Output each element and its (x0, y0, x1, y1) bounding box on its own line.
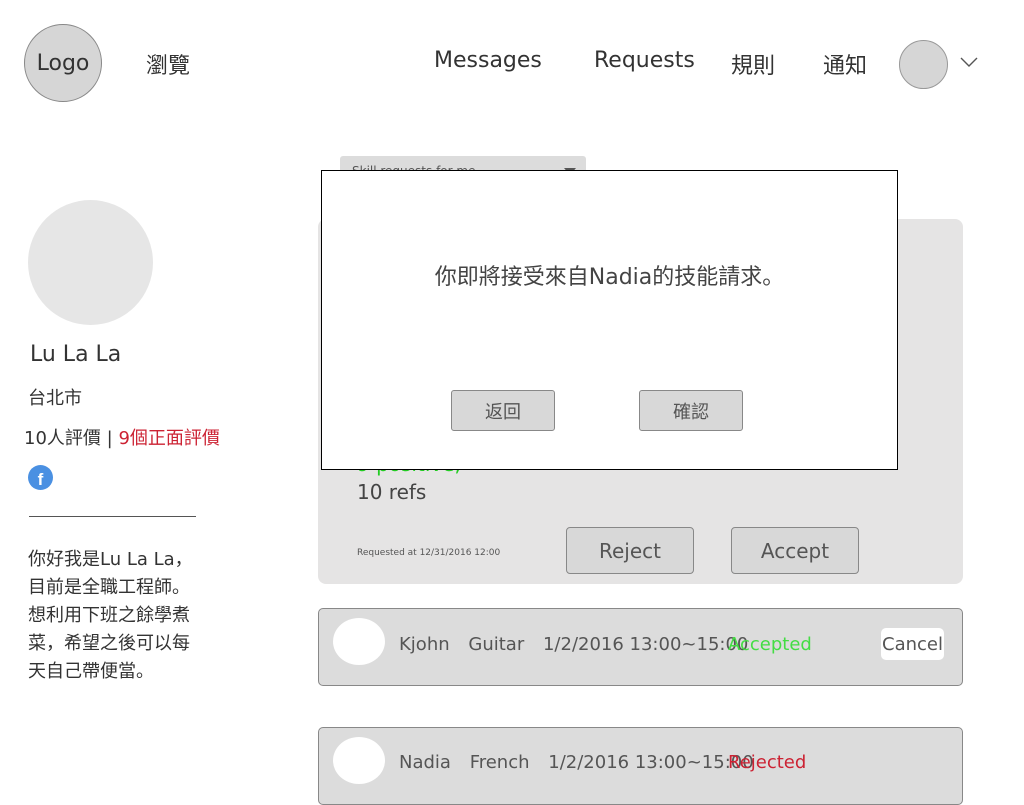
status-badge: Accepted (728, 634, 812, 655)
request-row: Nadia French 1/2/2016 13:00~15:00 Reject… (318, 727, 963, 805)
request-row: Kjohn Guitar 1/2/2016 13:00~15:00 Accept… (318, 608, 963, 686)
positive-reviews[interactable]: 9個正面評價 (118, 428, 219, 449)
cancel-button[interactable]: Cancel (881, 628, 944, 660)
reject-button[interactable]: Reject (566, 527, 694, 574)
row-user[interactable]: Kjohn (399, 634, 450, 655)
chevron-down-icon[interactable] (960, 56, 978, 68)
avatar (333, 618, 385, 665)
facebook-glyph: f (37, 470, 44, 489)
row-user[interactable]: Nadia (399, 752, 451, 773)
row-time: 1/2/2016 13:00~15:00 (548, 752, 754, 773)
confirm-dialog: 你即將接受來自Nadia的技能請求。 返回 確認 (321, 170, 898, 470)
profile-name: Lu La La (30, 342, 122, 367)
profile-photo (28, 200, 153, 325)
row-skill: French (469, 752, 530, 773)
nav-browse[interactable]: 瀏覽 (146, 48, 190, 80)
profile-city: 台北市 (28, 388, 82, 409)
row-time: 1/2/2016 13:00~15:00 (542, 634, 749, 655)
requested-at: Requested at 12/31/2016 12:00 (357, 548, 501, 558)
logo[interactable]: Logo (24, 24, 102, 102)
profile-divider (29, 516, 196, 517)
status-badge: Rejected (728, 752, 807, 773)
nav-messages[interactable]: Messages (434, 48, 542, 73)
accept-button[interactable]: Accept (731, 527, 859, 574)
confirm-button[interactable]: 確認 (639, 390, 743, 431)
reviews-count[interactable]: 10人評價 (24, 428, 101, 449)
back-button[interactable]: 返回 (451, 390, 555, 431)
user-avatar[interactable] (899, 40, 948, 89)
nav-requests[interactable]: Requests (594, 48, 695, 73)
row-skill: Guitar (468, 634, 525, 655)
nav-notifications[interactable]: 通知 (823, 48, 867, 80)
dialog-message: 你即將接受來自Nadia的技能請求。 (434, 265, 785, 290)
avatar (333, 737, 385, 784)
requester-refs-count: 10 refs (357, 480, 427, 504)
reviews-separator: | (106, 428, 113, 449)
profile-bio: 你好我是Lu La La，目前是全職工程師。想利用下班之餘學煮菜，希望之後可以每… (28, 549, 193, 682)
profile-reviews: 10人評價 | 9個正面評價 (24, 424, 220, 450)
nav-rules[interactable]: 規則 (731, 48, 775, 80)
facebook-icon[interactable]: f (28, 465, 53, 490)
